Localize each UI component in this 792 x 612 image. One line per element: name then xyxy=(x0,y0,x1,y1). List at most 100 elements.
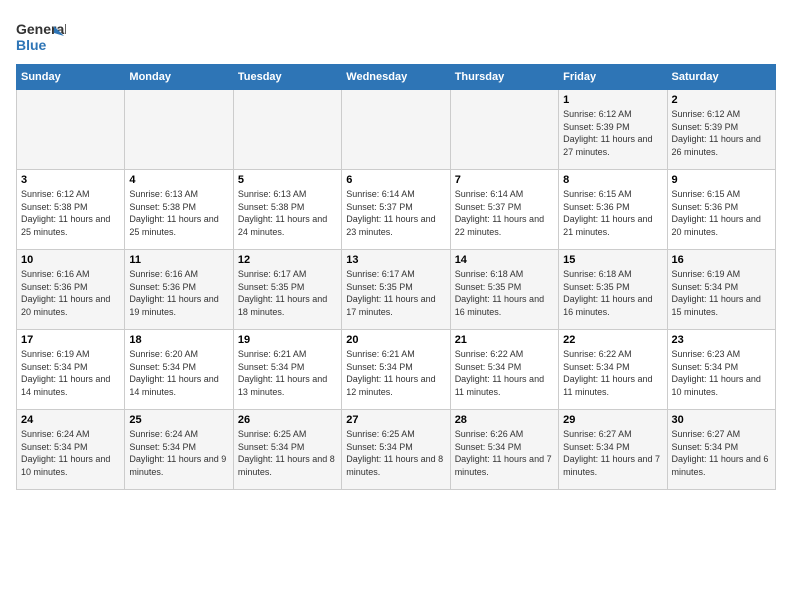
day-number: 8 xyxy=(563,174,662,186)
calendar-cell: 23 Sunrise: 6:23 AM Sunset: 5:34 PM Dayli… xyxy=(667,330,775,410)
calendar-cell: 27 Sunrise: 6:25 AM Sunset: 5:34 PM Dayli… xyxy=(342,410,450,490)
day-info: Sunrise: 6:23 AM Sunset: 5:34 PM Dayligh… xyxy=(672,348,771,398)
day-info: Sunrise: 6:18 AM Sunset: 5:35 PM Dayligh… xyxy=(455,268,554,318)
day-info: Sunrise: 6:26 AM Sunset: 5:34 PM Dayligh… xyxy=(455,428,554,478)
day-info: Sunrise: 6:25 AM Sunset: 5:34 PM Dayligh… xyxy=(346,428,445,478)
calendar-cell: 30 Sunrise: 6:27 AM Sunset: 5:34 PM Dayli… xyxy=(667,410,775,490)
svg-text:General: General xyxy=(16,21,66,37)
day-info: Sunrise: 6:12 AM Sunset: 5:38 PM Dayligh… xyxy=(21,188,120,238)
day-number: 17 xyxy=(21,334,120,346)
day-info: Sunrise: 6:27 AM Sunset: 5:34 PM Dayligh… xyxy=(672,428,771,478)
day-number: 6 xyxy=(346,174,445,186)
calendar-cell: 4 Sunrise: 6:13 AM Sunset: 5:38 PM Daylig… xyxy=(125,170,233,250)
calendar-cell: 9 Sunrise: 6:15 AM Sunset: 5:36 PM Daylig… xyxy=(667,170,775,250)
day-number: 2 xyxy=(672,94,771,106)
day-info: Sunrise: 6:12 AM Sunset: 5:39 PM Dayligh… xyxy=(672,108,771,158)
day-number: 16 xyxy=(672,254,771,266)
col-header-sunday: Sunday xyxy=(17,65,125,90)
day-info: Sunrise: 6:15 AM Sunset: 5:36 PM Dayligh… xyxy=(563,188,662,238)
day-info: Sunrise: 6:12 AM Sunset: 5:39 PM Dayligh… xyxy=(563,108,662,158)
day-info: Sunrise: 6:21 AM Sunset: 5:34 PM Dayligh… xyxy=(346,348,445,398)
day-info: Sunrise: 6:21 AM Sunset: 5:34 PM Dayligh… xyxy=(238,348,337,398)
day-info: Sunrise: 6:16 AM Sunset: 5:36 PM Dayligh… xyxy=(21,268,120,318)
calendar-cell: 21Sunrise: 6:22 AM Sunset: 5:34 PM Dayli… xyxy=(450,330,558,410)
day-info: Sunrise: 6:24 AM Sunset: 5:34 PM Dayligh… xyxy=(21,428,120,478)
calendar-week-4: 17 Sunrise: 6:19 AM Sunset: 5:34 PM Dayli… xyxy=(17,330,776,410)
day-number: 24 xyxy=(21,414,120,426)
day-info: Sunrise: 6:14 AM Sunset: 5:37 PM Dayligh… xyxy=(346,188,445,238)
day-number: 5 xyxy=(238,174,337,186)
day-number: 13 xyxy=(346,254,445,266)
day-number: 10 xyxy=(21,254,120,266)
day-info: Sunrise: 6:25 AM Sunset: 5:34 PM Dayligh… xyxy=(238,428,337,478)
calendar-cell: 7 Sunrise: 6:14 AM Sunset: 5:37 PM Daylig… xyxy=(450,170,558,250)
day-info: Sunrise: 6:17 AM Sunset: 5:35 PM Dayligh… xyxy=(238,268,337,318)
calendar-cell: 26Sunrise: 6:25 AM Sunset: 5:34 PM Dayli… xyxy=(233,410,341,490)
logo-svg: GeneralBlue xyxy=(16,16,66,56)
day-info: Sunrise: 6:15 AM Sunset: 5:36 PM Dayligh… xyxy=(672,188,771,238)
calendar-cell: 2 Sunrise: 6:12 AM Sunset: 5:39 PM Daylig… xyxy=(667,90,775,170)
calendar-cell xyxy=(342,90,450,170)
calendar-cell: 24 Sunrise: 6:24 AM Sunset: 5:34 PM Dayli… xyxy=(17,410,125,490)
day-info: Sunrise: 6:22 AM Sunset: 5:34 PM Dayligh… xyxy=(563,348,662,398)
col-header-monday: Monday xyxy=(125,65,233,90)
svg-text:Blue: Blue xyxy=(16,37,47,53)
calendar-cell: 1Sunrise: 6:12 AM Sunset: 5:39 PM Daylig… xyxy=(559,90,667,170)
calendar-cell: 6 Sunrise: 6:14 AM Sunset: 5:37 PM Daylig… xyxy=(342,170,450,250)
calendar-cell: 8 Sunrise: 6:15 AM Sunset: 5:36 PM Daylig… xyxy=(559,170,667,250)
day-info: Sunrise: 6:17 AM Sunset: 5:35 PM Dayligh… xyxy=(346,268,445,318)
day-number: 11 xyxy=(129,254,228,266)
day-number: 22 xyxy=(563,334,662,346)
day-number: 18 xyxy=(129,334,228,346)
col-header-wednesday: Wednesday xyxy=(342,65,450,90)
day-info: Sunrise: 6:18 AM Sunset: 5:35 PM Dayligh… xyxy=(563,268,662,318)
calendar-cell xyxy=(450,90,558,170)
calendar-cell: 29 Sunrise: 6:27 AM Sunset: 5:34 PM Dayli… xyxy=(559,410,667,490)
calendar-table: SundayMondayTuesdayWednesdayThursdayFrid… xyxy=(16,64,776,490)
day-number: 4 xyxy=(129,174,228,186)
day-info: Sunrise: 6:19 AM Sunset: 5:34 PM Dayligh… xyxy=(21,348,120,398)
calendar-cell: 18 Sunrise: 6:20 AM Sunset: 5:34 PM Dayli… xyxy=(125,330,233,410)
day-info: Sunrise: 6:16 AM Sunset: 5:36 PM Dayligh… xyxy=(129,268,228,318)
day-number: 29 xyxy=(563,414,662,426)
calendar-cell: 17 Sunrise: 6:19 AM Sunset: 5:34 PM Dayli… xyxy=(17,330,125,410)
calendar-cell xyxy=(125,90,233,170)
calendar-cell: 3 Sunrise: 6:12 AM Sunset: 5:38 PM Daylig… xyxy=(17,170,125,250)
calendar-cell xyxy=(17,90,125,170)
day-number: 3 xyxy=(21,174,120,186)
calendar-cell: 11 Sunrise: 6:16 AM Sunset: 5:36 PM Dayli… xyxy=(125,250,233,330)
col-header-thursday: Thursday xyxy=(450,65,558,90)
calendar-cell: 5 Sunrise: 6:13 AM Sunset: 5:38 PM Daylig… xyxy=(233,170,341,250)
calendar-cell: 13 Sunrise: 6:17 AM Sunset: 5:35 PM Dayli… xyxy=(342,250,450,330)
calendar-cell: 16 Sunrise: 6:19 AM Sunset: 5:34 PM Dayli… xyxy=(667,250,775,330)
day-info: Sunrise: 6:19 AM Sunset: 5:34 PM Dayligh… xyxy=(672,268,771,318)
day-number: 25 xyxy=(129,414,228,426)
logo: GeneralBlue xyxy=(16,16,66,56)
calendar-cell: 25Sunrise: 6:24 AM Sunset: 5:34 PM Dayli… xyxy=(125,410,233,490)
day-number: 20 xyxy=(346,334,445,346)
calendar-cell: 15 Sunrise: 6:18 AM Sunset: 5:35 PM Dayli… xyxy=(559,250,667,330)
calendar-cell: 22 Sunrise: 6:22 AM Sunset: 5:34 PM Dayli… xyxy=(559,330,667,410)
calendar-cell: 14Sunrise: 6:18 AM Sunset: 5:35 PM Dayli… xyxy=(450,250,558,330)
col-header-tuesday: Tuesday xyxy=(233,65,341,90)
col-header-friday: Friday xyxy=(559,65,667,90)
calendar-header-row: SundayMondayTuesdayWednesdayThursdayFrid… xyxy=(17,65,776,90)
day-number: 9 xyxy=(672,174,771,186)
day-number: 21 xyxy=(455,334,554,346)
day-info: Sunrise: 6:14 AM Sunset: 5:37 PM Dayligh… xyxy=(455,188,554,238)
calendar-cell: 10 Sunrise: 6:16 AM Sunset: 5:36 PM Dayli… xyxy=(17,250,125,330)
day-number: 27 xyxy=(346,414,445,426)
day-info: Sunrise: 6:13 AM Sunset: 5:38 PM Dayligh… xyxy=(129,188,228,238)
day-number: 30 xyxy=(672,414,771,426)
day-number: 23 xyxy=(672,334,771,346)
day-info: Sunrise: 6:20 AM Sunset: 5:34 PM Dayligh… xyxy=(129,348,228,398)
calendar-cell: 19Sunrise: 6:21 AM Sunset: 5:34 PM Dayli… xyxy=(233,330,341,410)
calendar-cell: 20 Sunrise: 6:21 AM Sunset: 5:34 PM Dayli… xyxy=(342,330,450,410)
calendar-week-1: 1Sunrise: 6:12 AM Sunset: 5:39 PM Daylig… xyxy=(17,90,776,170)
day-number: 28 xyxy=(455,414,554,426)
day-number: 15 xyxy=(563,254,662,266)
day-info: Sunrise: 6:13 AM Sunset: 5:38 PM Dayligh… xyxy=(238,188,337,238)
calendar-week-2: 3 Sunrise: 6:12 AM Sunset: 5:38 PM Daylig… xyxy=(17,170,776,250)
day-info: Sunrise: 6:27 AM Sunset: 5:34 PM Dayligh… xyxy=(563,428,662,478)
day-number: 7 xyxy=(455,174,554,186)
